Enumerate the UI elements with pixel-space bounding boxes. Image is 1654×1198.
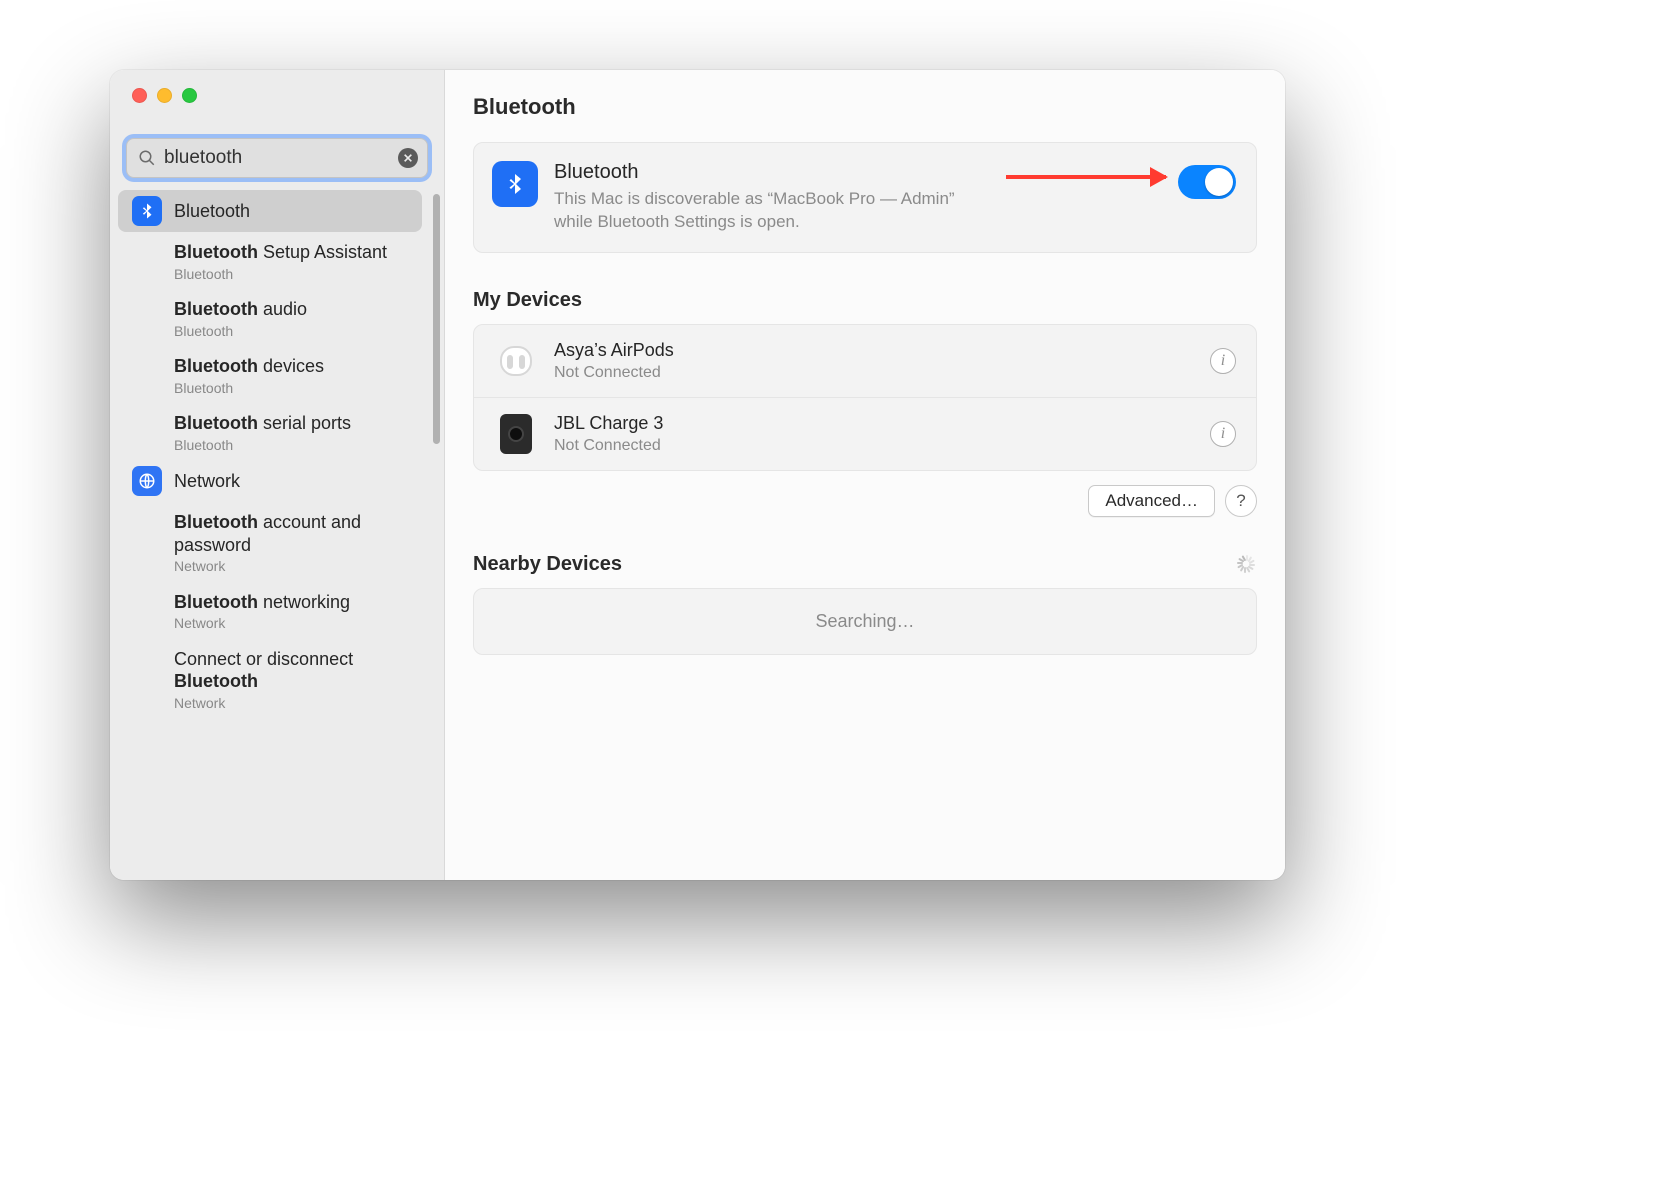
- result-category: Bluetooth: [174, 380, 324, 398]
- result-title: Bluetooth Setup Assistant: [174, 241, 387, 264]
- sidebar-scrollbar[interactable]: [433, 194, 440, 444]
- result-category: Bluetooth: [174, 266, 387, 284]
- result-category: Bluetooth: [174, 323, 307, 341]
- annotation-arrow: [1006, 175, 1166, 179]
- network-icon: [132, 466, 162, 496]
- my-devices-actions: Advanced… ?: [473, 485, 1257, 517]
- search-icon: [138, 149, 156, 167]
- sidebar-results: BluetoothBluetooth Setup AssistantBlueto…: [110, 190, 444, 880]
- device-info-button[interactable]: i: [1210, 421, 1236, 447]
- sidebar-search-result[interactable]: Bluetooth Setup Assistant Bluetooth: [118, 232, 422, 289]
- result-category: Network: [174, 615, 350, 633]
- device-row[interactable]: JBL Charge 3 Not Connectedi: [474, 397, 1256, 470]
- result-title: Bluetooth audio: [174, 298, 307, 321]
- result-category: Bluetooth: [174, 437, 351, 455]
- device-name: Asya’s AirPods: [554, 340, 1210, 361]
- content-pane: Bluetooth Bluetooth This Mac is discover…: [445, 70, 1285, 880]
- settings-window: BluetoothBluetooth Setup AssistantBlueto…: [110, 70, 1285, 880]
- sidebar-search-result[interactable]: Bluetooth audio Bluetooth: [118, 289, 422, 346]
- sidebar-item-network[interactable]: Network: [118, 460, 422, 502]
- bluetooth-icon: [492, 161, 538, 207]
- result-title: Bluetooth networking: [174, 591, 350, 614]
- bluetooth-description: This Mac is discoverable as “MacBook Pro…: [554, 188, 996, 234]
- result-title: Bluetooth devices: [174, 355, 324, 378]
- device-name: JBL Charge 3: [554, 413, 1210, 434]
- sidebar-item-bluetooth[interactable]: Bluetooth: [118, 190, 422, 232]
- bluetooth-status-text: Bluetooth This Mac is discoverable as “M…: [554, 161, 1236, 234]
- search-input[interactable]: [126, 138, 428, 178]
- sidebar-group-label: Bluetooth: [174, 200, 250, 223]
- clear-search-button[interactable]: [398, 148, 418, 168]
- result-title: Bluetooth serial ports: [174, 412, 351, 435]
- my-devices-list: Asya’s AirPodsNot ConnectediJBL Charge 3…: [473, 324, 1257, 471]
- help-button[interactable]: ?: [1225, 485, 1257, 517]
- bluetooth-icon: [132, 196, 162, 226]
- bluetooth-toggle[interactable]: [1178, 165, 1236, 199]
- nearby-devices-title: Nearby Devices: [473, 553, 1257, 576]
- sidebar-search-result[interactable]: Bluetooth account and password Network: [118, 502, 422, 582]
- bluetooth-heading: Bluetooth: [554, 161, 996, 184]
- fullscreen-window-button[interactable]: [182, 88, 197, 103]
- window-controls: [110, 70, 444, 118]
- sidebar-group-label: Network: [174, 470, 240, 493]
- airpods-icon: [494, 339, 538, 383]
- close-window-button[interactable]: [132, 88, 147, 103]
- sidebar: BluetoothBluetooth Setup AssistantBlueto…: [110, 70, 445, 880]
- minimize-window-button[interactable]: [157, 88, 172, 103]
- advanced-button[interactable]: Advanced…: [1088, 485, 1215, 517]
- nearby-devices-card: Searching…: [473, 588, 1257, 655]
- device-row[interactable]: Asya’s AirPods Not Connectedi: [474, 325, 1256, 397]
- device-info-button[interactable]: i: [1210, 348, 1236, 374]
- toggle-knob: [1205, 168, 1233, 196]
- close-icon: [403, 153, 413, 163]
- search-container: [126, 138, 428, 178]
- device-status: Not Connected: [554, 364, 1210, 382]
- result-category: Network: [174, 558, 412, 576]
- sidebar-search-result[interactable]: Bluetooth devices Bluetooth: [118, 346, 422, 403]
- sidebar-search-result[interactable]: Bluetooth networkingNetwork: [118, 582, 422, 639]
- nearby-status-text: Searching…: [815, 611, 914, 631]
- result-category: Network: [174, 695, 412, 713]
- sidebar-search-result[interactable]: Connect or disconnect Bluetooth Network: [118, 639, 422, 719]
- spinner-icon: [1235, 553, 1257, 575]
- device-status: Not Connected: [554, 437, 1210, 455]
- speaker-icon: [494, 412, 538, 456]
- result-title: Bluetooth account and password: [174, 511, 412, 556]
- result-title: Connect or disconnect Bluetooth: [174, 648, 412, 693]
- sidebar-search-result[interactable]: Bluetooth serial ports Bluetooth: [118, 403, 422, 460]
- page-title: Bluetooth: [473, 94, 1257, 120]
- my-devices-title: My Devices: [473, 289, 1257, 312]
- bluetooth-status-card: Bluetooth This Mac is discoverable as “M…: [473, 142, 1257, 253]
